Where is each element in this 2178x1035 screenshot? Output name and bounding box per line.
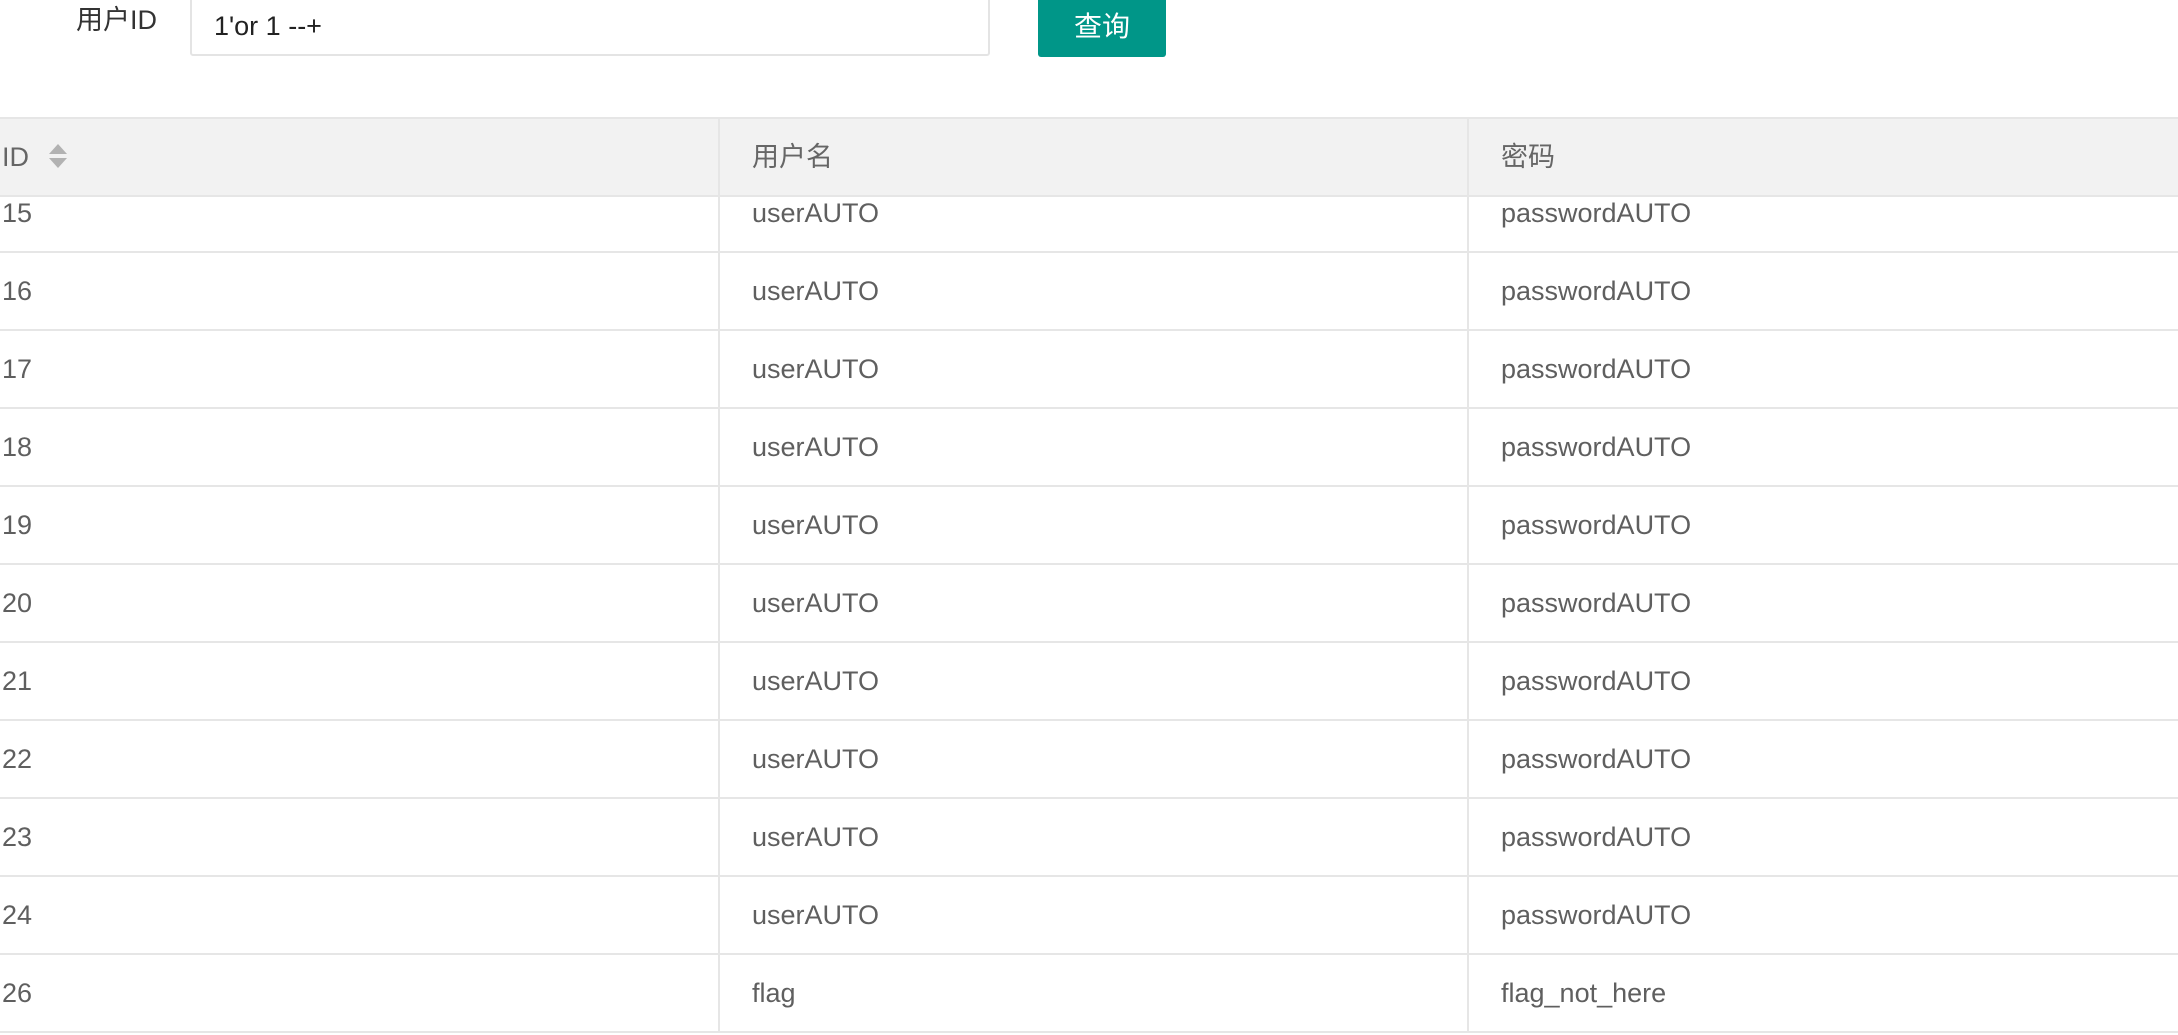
table-body: 15 userAUTO passwordAUTO 16 userAUTO password… bbox=[0, 197, 2178, 1033]
cell-password: passwordAUTO bbox=[1467, 253, 2178, 329]
user-id-label: 用户ID bbox=[76, 5, 157, 35]
cell-id: 26 bbox=[2, 978, 33, 1008]
cell-username: userAUTO bbox=[718, 877, 1467, 953]
table-row: 23 userAUTO passwordAUTO bbox=[0, 799, 2178, 877]
table-row: 22 userAUTO passwordAUTO bbox=[0, 721, 2178, 799]
cell-username: userAUTO bbox=[718, 487, 1467, 563]
cell-id: 16 bbox=[2, 276, 33, 306]
cell-password: passwordAUTO bbox=[1467, 331, 2178, 407]
cell-username: userAUTO bbox=[718, 409, 1467, 485]
table-row: 19 userAUTO passwordAUTO bbox=[0, 487, 2178, 565]
cell-password: passwordAUTO bbox=[1467, 721, 2178, 797]
table-row: 21 userAUTO passwordAUTO bbox=[0, 643, 2178, 721]
results-table: ID 用户名 密码 15 userAUTO passwordAUTO 16 userAU… bbox=[0, 117, 2178, 1035]
table-row: 16 userAUTO passwordAUTO bbox=[0, 253, 2178, 331]
column-header-password: 密码 bbox=[1467, 119, 2178, 195]
cell-id: 20 bbox=[2, 588, 33, 618]
cell-username: userAUTO bbox=[718, 331, 1467, 407]
table-header: ID 用户名 密码 bbox=[0, 119, 2178, 197]
cell-username: userAUTO bbox=[718, 643, 1467, 719]
column-header-label: 用户名 bbox=[752, 142, 833, 172]
cell-id: 24 bbox=[2, 900, 33, 930]
user-id-input[interactable] bbox=[190, 0, 990, 56]
cell-password: passwordAUTO bbox=[1467, 487, 2178, 563]
table-row: 24 userAUTO passwordAUTO bbox=[0, 877, 2178, 955]
table-row: 15 userAUTO passwordAUTO bbox=[0, 197, 2178, 253]
cell-password: flag_not_here bbox=[1467, 955, 2178, 1031]
column-header-id[interactable]: ID bbox=[0, 119, 718, 195]
column-header-label: 密码 bbox=[1501, 142, 1555, 172]
cell-id: 17 bbox=[2, 354, 33, 384]
cell-id: 18 bbox=[2, 432, 33, 462]
cell-username: userAUTO bbox=[718, 565, 1467, 641]
search-form: 用户ID 查询 bbox=[0, 0, 2178, 58]
query-button[interactable]: 查询 bbox=[1038, 0, 1166, 57]
cell-password: passwordAUTO bbox=[1467, 197, 2178, 251]
cell-username: userAUTO bbox=[718, 799, 1467, 875]
cell-username: userAUTO bbox=[718, 197, 1467, 251]
cell-password: passwordAUTO bbox=[1467, 565, 2178, 641]
cell-id: 19 bbox=[2, 510, 33, 540]
table-row: 26 flag flag_not_here bbox=[0, 955, 2178, 1033]
table-row: 20 userAUTO passwordAUTO bbox=[0, 565, 2178, 643]
column-header-username: 用户名 bbox=[718, 119, 1467, 195]
sort-icon[interactable] bbox=[47, 141, 69, 171]
cell-id: 22 bbox=[2, 744, 33, 774]
table-row: 18 userAUTO passwordAUTO bbox=[0, 409, 2178, 487]
column-header-label: ID bbox=[2, 142, 29, 172]
cell-username: userAUTO bbox=[718, 721, 1467, 797]
cell-password: passwordAUTO bbox=[1467, 877, 2178, 953]
cell-password: passwordAUTO bbox=[1467, 409, 2178, 485]
cell-password: passwordAUTO bbox=[1467, 799, 2178, 875]
cell-id: 15 bbox=[2, 198, 33, 228]
cell-username: userAUTO bbox=[718, 253, 1467, 329]
table-row: 17 userAUTO passwordAUTO bbox=[0, 331, 2178, 409]
cell-username: flag bbox=[718, 955, 1467, 1031]
cell-id: 23 bbox=[2, 822, 33, 852]
cell-password: passwordAUTO bbox=[1467, 643, 2178, 719]
cell-id: 21 bbox=[2, 666, 33, 696]
